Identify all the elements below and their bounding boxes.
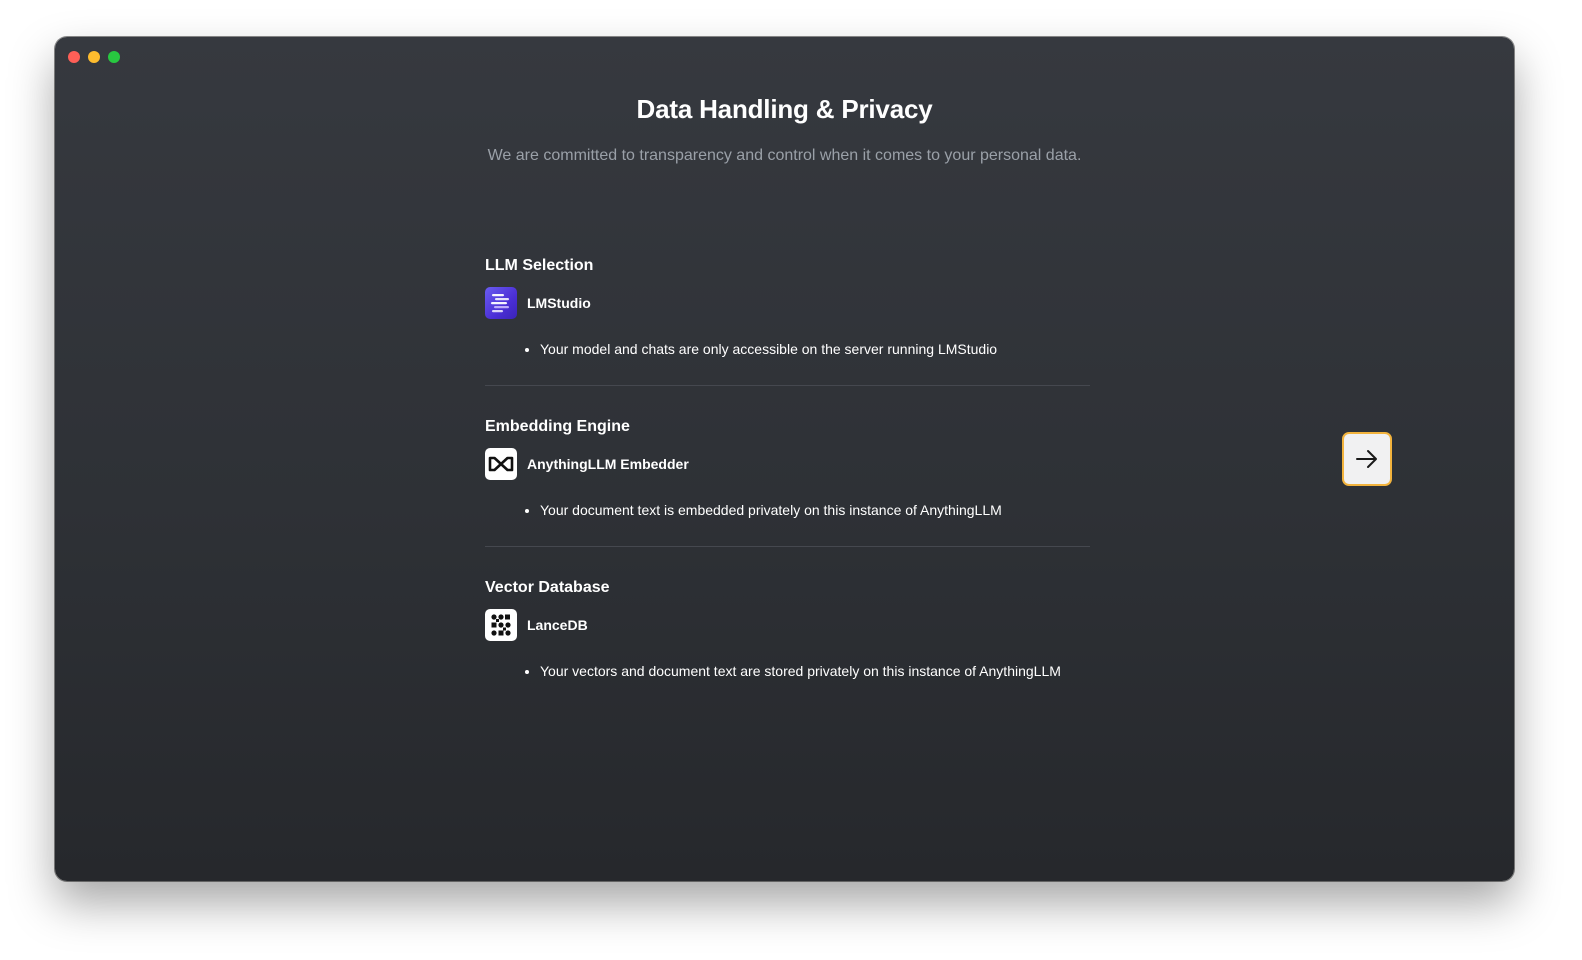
page-title: Data Handling & Privacy — [636, 94, 933, 124]
maximize-window-button[interactable] — [108, 51, 120, 63]
provider-name: AnythingLLM Embedder — [527, 456, 689, 472]
llm-selection-section: LLM Selection LMStudio Your model and ch… — [485, 257, 1090, 385]
section-divider — [485, 385, 1090, 386]
privacy-summary: LLM Selection LMStudio Your model and ch… — [485, 252, 1090, 707]
page-subtitle: We are committed to transparency and con… — [487, 147, 1082, 164]
window-controls — [68, 51, 120, 63]
next-step-button[interactable] — [1342, 432, 1392, 486]
arrow-right-icon — [1356, 450, 1377, 468]
bullet-item: Your document text is embedded privately… — [540, 500, 1090, 520]
bullet-item: Your model and chats are only accessible… — [540, 339, 1090, 359]
section-heading: Vector Database — [485, 579, 610, 596]
section-heading: LLM Selection — [485, 257, 594, 274]
provider-name: LMStudio — [527, 295, 591, 311]
bullet-item: Your vectors and document text are store… — [540, 661, 1090, 681]
app-window: Data Handling & Privacy We are committed… — [55, 37, 1514, 881]
privacy-bullets: Your document text is embedded privately… — [485, 500, 1090, 520]
provider-row: LMStudio — [485, 287, 1090, 319]
lmstudio-logo-icon — [485, 287, 517, 319]
section-heading: Embedding Engine — [485, 418, 630, 435]
provider-row: AnythingLLM Embedder — [485, 448, 1090, 480]
lancedb-logo-icon — [485, 609, 517, 641]
anythingllm-logo-icon — [485, 448, 517, 480]
provider-name: LanceDB — [527, 617, 588, 633]
privacy-bullets: Your model and chats are only accessible… — [485, 339, 1090, 359]
section-divider — [485, 546, 1090, 547]
minimize-window-button[interactable] — [88, 51, 100, 63]
close-window-button[interactable] — [68, 51, 80, 63]
vector-database-section: Vector Database LanceDB • Your vectors a… — [485, 579, 1090, 707]
embedding-engine-section: Embedding Engine AnythingLLM Embedder Yo… — [485, 418, 1090, 546]
provider-row: LanceDB — [485, 609, 1090, 641]
privacy-bullets: Your vectors and document text are store… — [485, 661, 1090, 681]
